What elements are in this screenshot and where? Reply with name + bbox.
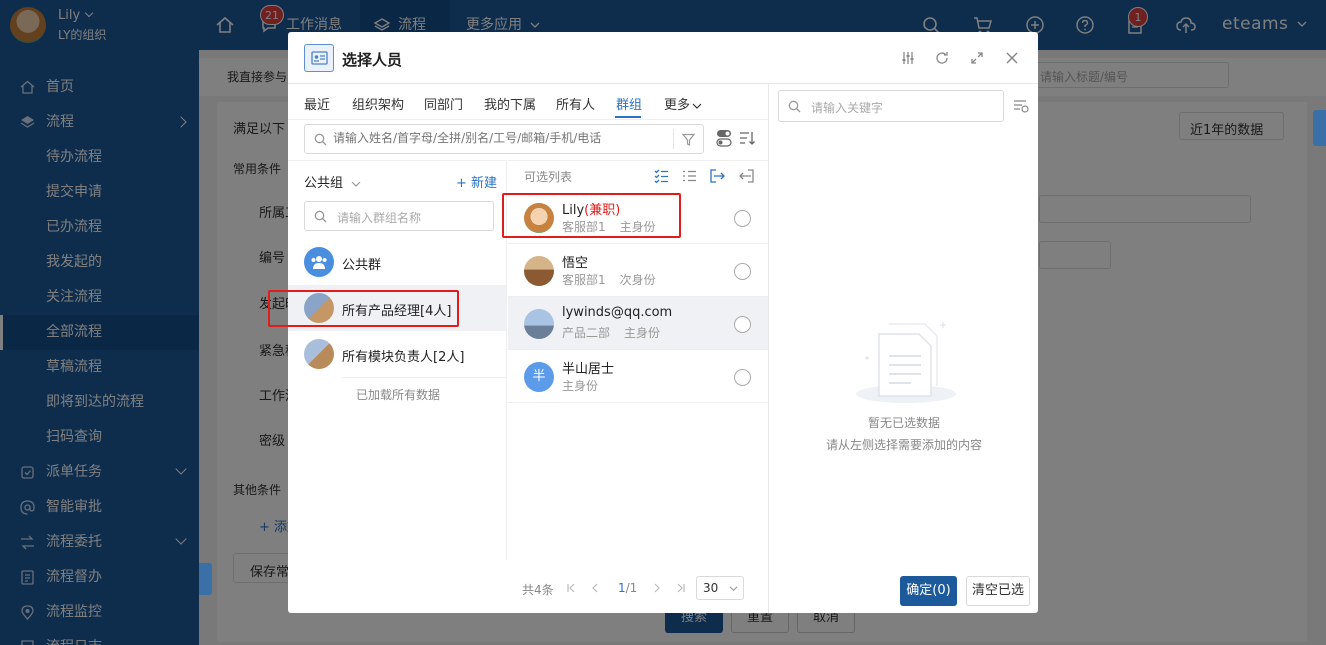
person-dept: 产品二部 — [562, 326, 611, 340]
person-role: 主身份 — [624, 326, 661, 340]
search-icon — [314, 133, 327, 146]
person-name: 半山居士 — [562, 362, 615, 377]
toggle-view-icon[interactable] — [716, 129, 732, 147]
prev-page-icon[interactable] — [590, 583, 600, 593]
select-radio[interactable] — [734, 263, 751, 280]
total-count: 共4条 — [522, 583, 554, 597]
person-name: lywinds@qq.com — [562, 305, 673, 320]
person-item-banshan[interactable]: 半 半山居士 主身份 — [508, 350, 768, 403]
dialog-header: 选择人员 — [288, 32, 1038, 84]
search-icon — [314, 210, 327, 223]
person-meta: 客服部1 次身份 — [562, 271, 656, 288]
person-role: 次身份 — [619, 273, 656, 287]
chevron-down-icon — [729, 586, 738, 592]
person-meta: 产品二部 主身份 — [562, 324, 660, 341]
group-avatar — [304, 247, 334, 277]
active-tab-indicator — [615, 116, 641, 118]
person-search-input[interactable] — [333, 131, 673, 145]
group-search-field[interactable]: 请输入群组名称 — [304, 201, 494, 231]
total-pages: /1 — [625, 581, 638, 595]
group-label: 所有模块负责人[2人] — [342, 350, 465, 365]
person-name: 悟空 — [562, 256, 589, 271]
remove-all-icon[interactable] — [738, 169, 754, 183]
refresh-icon[interactable] — [934, 50, 950, 66]
empty-title: 暂无已选数据 — [867, 416, 940, 430]
group-search-placeholder: 请输入群组名称 — [337, 211, 422, 225]
person-avatar — [524, 309, 554, 339]
highlight-box — [502, 193, 681, 238]
tab-org-structure[interactable]: 组织架构 — [352, 94, 404, 113]
loaded-all-note: 已加载所有数据 — [356, 388, 441, 402]
close-icon[interactable] — [1004, 50, 1020, 66]
clear-selected-button[interactable]: 清空已选 — [966, 576, 1030, 606]
people-icon — [311, 256, 327, 269]
pagination: 共4条 1/1 30 — [508, 560, 768, 613]
person-initial-avatar: 半 — [524, 362, 554, 392]
add-all-icon[interactable] — [710, 169, 726, 183]
group-item-module-owners[interactable]: 所有模块负责人[2人] — [288, 331, 507, 377]
group-type-label: 公共组 — [304, 176, 344, 191]
person-search-field[interactable] — [304, 124, 704, 154]
tabs-divider — [288, 119, 768, 120]
contact-card-icon — [304, 44, 334, 72]
tab-everyone[interactable]: 所有人 — [556, 94, 595, 113]
new-group-button[interactable]: + 新建 — [456, 172, 497, 191]
dialog-title: 选择人员 — [342, 51, 403, 69]
group-panel: 公共组 + 新建 请输入群组名称 公共群 所有产品经理[4人] 所有模块负责人[… — [288, 160, 507, 560]
chevron-down-icon — [351, 181, 361, 187]
tab-same-dept[interactable]: 同部门 — [424, 94, 463, 113]
select-radio[interactable] — [734, 316, 751, 333]
right-panel-handle[interactable] — [1313, 110, 1326, 146]
select-person-dialog: 选择人员 最近 组织架构 同部门 我的下属 所有人 群组 更多 公共组 + 新建… — [268, 32, 1038, 613]
empty-state-illustration — [856, 322, 956, 403]
group-avatar — [304, 339, 334, 369]
tab-more[interactable]: 更多 — [664, 94, 702, 113]
person-role: 主身份 — [562, 379, 599, 393]
tab-recent[interactable]: 最近 — [304, 94, 330, 113]
page-size-select[interactable]: 30 — [696, 576, 744, 600]
tab-groups[interactable]: 群组 — [616, 94, 642, 113]
settings-sliders-icon[interactable] — [900, 50, 916, 66]
page-size-value: 30 — [703, 581, 719, 595]
group-label: 公共群 — [342, 258, 382, 273]
group-type-dropdown[interactable]: 公共组 — [304, 172, 361, 191]
select-radio[interactable] — [734, 369, 751, 386]
tab-subordinates[interactable]: 我的下属 — [484, 94, 536, 113]
next-page-icon[interactable] — [652, 583, 662, 593]
sidebar-collapse-handle[interactable] — [199, 563, 212, 595]
person-item-wukong[interactable]: 悟空 客服部1 次身份 — [508, 244, 768, 297]
sort-icon[interactable] — [739, 130, 755, 146]
candidate-list-title: 可选列表 — [524, 170, 573, 184]
tab-more-label: 更多 — [664, 98, 691, 113]
confirm-button[interactable]: 确定(0) — [900, 576, 957, 606]
empty-hint: 请从左侧选择需要添加的内容 — [825, 438, 982, 452]
last-page-icon[interactable] — [676, 583, 686, 593]
selected-search-placeholder: 请输入关键字 — [811, 101, 884, 115]
group-item-public[interactable]: 公共群 — [288, 239, 507, 285]
select-radio[interactable] — [734, 210, 751, 227]
filter-settings-icon[interactable] — [1013, 98, 1029, 114]
expand-icon[interactable] — [969, 50, 985, 66]
chevron-down-icon — [692, 103, 702, 109]
current-page: 1 — [618, 581, 626, 595]
first-page-icon[interactable] — [566, 583, 576, 593]
person-item-lywinds[interactable]: lywinds@qq.com 产品二部 主身份 — [508, 297, 768, 350]
select-all-icon[interactable] — [654, 169, 669, 183]
list-view-icon[interactable] — [682, 169, 697, 183]
filter-icon[interactable] — [682, 133, 695, 146]
person-dept: 客服部1 — [562, 273, 606, 287]
person-avatar — [524, 256, 554, 286]
selected-panel: 请输入关键字 暂无已选数据 请从左侧选择需要添加的内容 确定(0) 清空已选 — [768, 84, 1038, 613]
selected-search-field[interactable]: 请输入关键字 — [778, 90, 1004, 122]
highlight-box — [268, 290, 459, 327]
search-icon — [788, 100, 801, 113]
page-indicator: 1/1 — [618, 581, 637, 595]
